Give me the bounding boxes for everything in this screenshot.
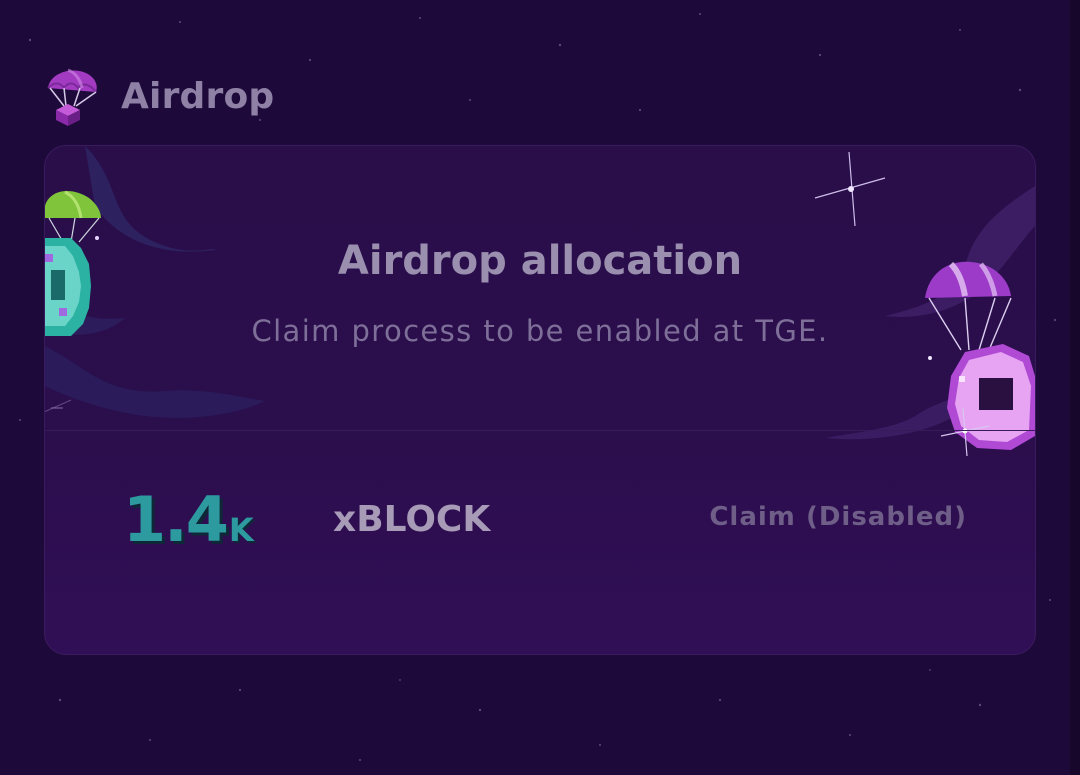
airdrop-allocation-card: Airdrop allocation Claim process to be e…: [44, 145, 1036, 655]
claim-button[interactable]: Claim (Disabled): [709, 502, 967, 532]
window-edge: [1070, 0, 1080, 775]
card-title: Airdrop allocation: [337, 238, 743, 284]
divider: [45, 430, 1035, 431]
card-subtitle: Claim process to be enabled at TGE.: [251, 314, 829, 348]
card-decoration: [45, 146, 1035, 457]
left-sparkle-icon: [45, 399, 72, 413]
allocation-amount: 1.4 K: [123, 483, 254, 556]
right-pixel-coin-icon: [947, 344, 1035, 450]
parachute-box-icon: [47, 68, 97, 126]
left-parachute-icon: [45, 190, 101, 243]
allocation-amount-value: 1.4: [123, 483, 229, 556]
section-title: Airdrop: [121, 75, 275, 117]
section-header: Airdrop: [44, 66, 274, 126]
allocation-amount-suffix: K: [228, 511, 254, 549]
token-symbol: xBLOCK: [333, 499, 491, 540]
